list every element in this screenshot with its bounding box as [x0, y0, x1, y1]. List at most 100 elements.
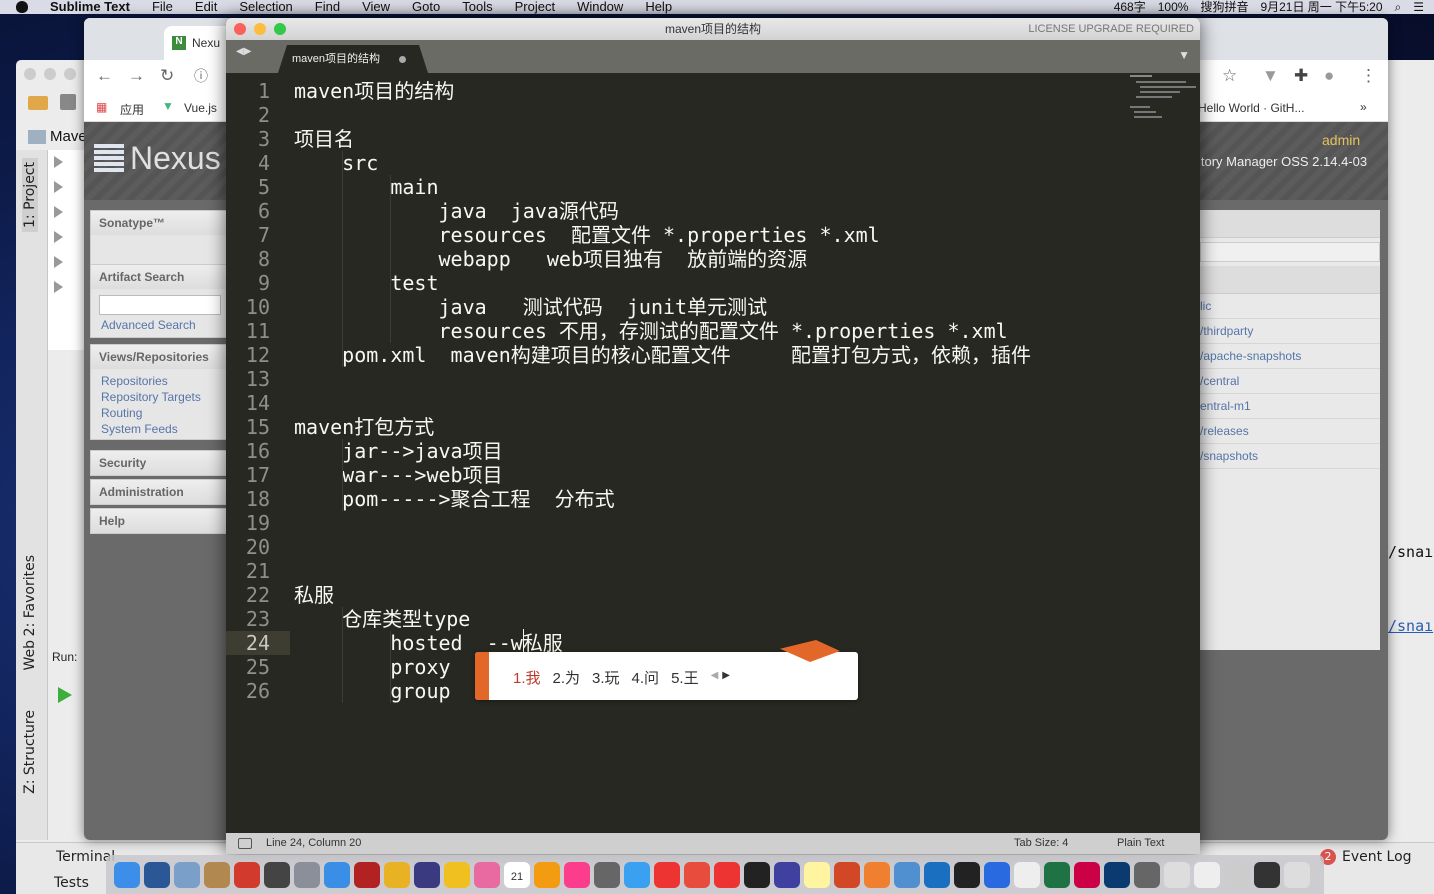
eclipse-icon[interactable]	[414, 861, 440, 888]
repo-item[interactable]: /releases	[1194, 419, 1380, 444]
powerpoint-icon[interactable]	[834, 861, 860, 888]
expand-arrow-icon[interactable]	[54, 156, 63, 168]
advanced-search-link[interactable]: Advanced Search	[91, 317, 229, 333]
repo-item[interactable]: /thirdparty	[1194, 319, 1380, 344]
menu-project[interactable]: Project	[515, 0, 555, 14]
books-icon[interactable]	[534, 861, 560, 888]
monitor-icon[interactable]	[1074, 861, 1100, 888]
tool-window-web[interactable]: Web	[22, 640, 38, 671]
windows-icon[interactable]	[1104, 861, 1130, 888]
menu-file[interactable]: File	[152, 0, 173, 14]
siri-icon[interactable]	[774, 861, 800, 888]
tab-dropdown-icon[interactable]: ▼	[1178, 48, 1190, 62]
expand-arrow-icon[interactable]	[54, 206, 63, 218]
repository-targets-link[interactable]: Repository Targets	[91, 389, 229, 405]
project-breadcrumb[interactable]: Mave	[28, 128, 87, 145]
finder-icon[interactable]	[114, 861, 140, 888]
expand-arrow-icon[interactable]	[54, 181, 63, 193]
repo-item[interactable]: /apache-snapshots	[1194, 344, 1380, 369]
candidate-4[interactable]: 4.问	[632, 667, 660, 688]
tool-window-project[interactable]: 1: Project	[22, 158, 38, 232]
event-log-tab[interactable]: Event Log	[1342, 849, 1412, 865]
preview-icon[interactable]	[174, 861, 200, 888]
repo-item[interactable]: /central	[1194, 369, 1380, 394]
bookmark-star-icon[interactable]: ☆	[1222, 66, 1237, 86]
word-icon[interactable]	[144, 861, 170, 888]
panel-title[interactable]: Administration	[91, 480, 229, 504]
notes-icon[interactable]	[804, 861, 830, 888]
tab-nav-arrows-icon[interactable]: ◀▶	[236, 46, 251, 57]
hbuilder-icon[interactable]	[684, 861, 710, 888]
console-link[interactable]: /snaı	[1388, 617, 1433, 635]
menu-view[interactable]: View	[362, 0, 390, 14]
more-bookmarks[interactable]: »	[1360, 100, 1367, 114]
extensions-icon[interactable]: ✚	[1294, 66, 1308, 86]
close-button[interactable]	[234, 23, 246, 35]
syntax-mode[interactable]: Plain Text	[1117, 833, 1165, 854]
panel-title[interactable]: Artifact Search	[91, 265, 229, 289]
colors-icon[interactable]	[864, 861, 890, 888]
tab-active[interactable]: maven项目的结构	[278, 45, 428, 73]
pen-icon[interactable]	[894, 861, 920, 888]
doc-icon[interactable]	[1194, 861, 1220, 888]
panel-title[interactable]: Security	[91, 451, 229, 475]
minimap[interactable]	[1130, 73, 1196, 133]
apple-menu[interactable]	[16, 1, 28, 13]
music-icon[interactable]	[564, 861, 590, 888]
expand-arrow-icon[interactable]	[54, 281, 63, 293]
app1-icon[interactable]	[1164, 861, 1190, 888]
page-next-icon[interactable]: ▶	[722, 667, 730, 688]
profile-icon[interactable]: ●	[1324, 66, 1334, 86]
redis-icon[interactable]	[234, 861, 260, 888]
repo-item[interactable]: lic	[1194, 294, 1380, 319]
messages-icon[interactable]	[624, 861, 650, 888]
panel-title[interactable]: Help	[91, 509, 229, 533]
chrome-icon[interactable]	[384, 861, 410, 888]
menu-tools[interactable]: Tools	[462, 0, 492, 14]
wps-icon[interactable]	[984, 861, 1010, 888]
repo-item[interactable]: /snapshots	[1194, 444, 1380, 469]
notes-brown-icon[interactable]	[204, 861, 230, 888]
user-menu[interactable]: admin	[1322, 132, 1360, 148]
menu-help[interactable]: Help	[645, 0, 672, 14]
sublime-icon[interactable]	[264, 861, 290, 888]
launchpad-icon[interactable]	[294, 861, 320, 888]
tab-size[interactable]: Tab Size: 4	[1014, 833, 1068, 854]
menu-window[interactable]: Window	[577, 0, 623, 14]
bookmark-github[interactable]: Hello World · GitH...	[1198, 101, 1304, 115]
word-count[interactable]: 468字	[1114, 0, 1146, 14]
code-editor[interactable]: maven项目的结构 项目名 src main java java源代码 reso…	[294, 73, 1134, 833]
menu-goto[interactable]: Goto	[412, 0, 440, 14]
minimize-button[interactable]	[254, 23, 266, 35]
battery-status[interactable]: 100%	[1158, 0, 1189, 14]
bookmark-apps[interactable]: 应用	[120, 101, 144, 118]
parallels-icon[interactable]	[654, 861, 680, 888]
folder-open-icon[interactable]	[28, 96, 48, 110]
candidate-1[interactable]: 1.我	[513, 667, 541, 688]
minimize-button[interactable]	[44, 68, 56, 80]
repo-filter-input[interactable]	[1200, 242, 1380, 262]
license-notice[interactable]: LICENSE UPGRADE REQUIRED	[1028, 18, 1194, 40]
system-feeds-link[interactable]: System Feeds	[91, 421, 229, 437]
expand-arrow-icon[interactable]	[54, 256, 63, 268]
vue-devtools-icon[interactable]: ▼	[1262, 66, 1279, 86]
display-icon[interactable]	[924, 861, 950, 888]
close-button[interactable]	[24, 68, 36, 80]
artifact-search-input[interactable]	[99, 295, 221, 315]
safari-icon[interactable]	[324, 861, 350, 888]
page-prev-icon[interactable]: ◀	[711, 667, 719, 688]
tool-window-structure[interactable]: Z: Structure	[22, 710, 38, 794]
xmind-icon[interactable]	[714, 861, 740, 888]
tool-window-favorites[interactable]: 2: Favorites	[22, 555, 38, 636]
app2-icon[interactable]	[1224, 861, 1250, 888]
routing-link[interactable]: Routing	[91, 405, 229, 421]
reload-icon[interactable]: ↻	[160, 66, 174, 86]
photos-icon[interactable]	[474, 861, 500, 888]
zoom-button[interactable]	[274, 23, 286, 35]
excel-icon[interactable]	[1044, 861, 1070, 888]
repo-item[interactable]: entral-m1	[1194, 394, 1380, 419]
star-icon[interactable]	[444, 861, 470, 888]
system-prefs-icon[interactable]	[594, 861, 620, 888]
info-icon[interactable]: ⓘ	[194, 66, 208, 86]
repositories-link[interactable]: Repositories	[91, 373, 229, 389]
